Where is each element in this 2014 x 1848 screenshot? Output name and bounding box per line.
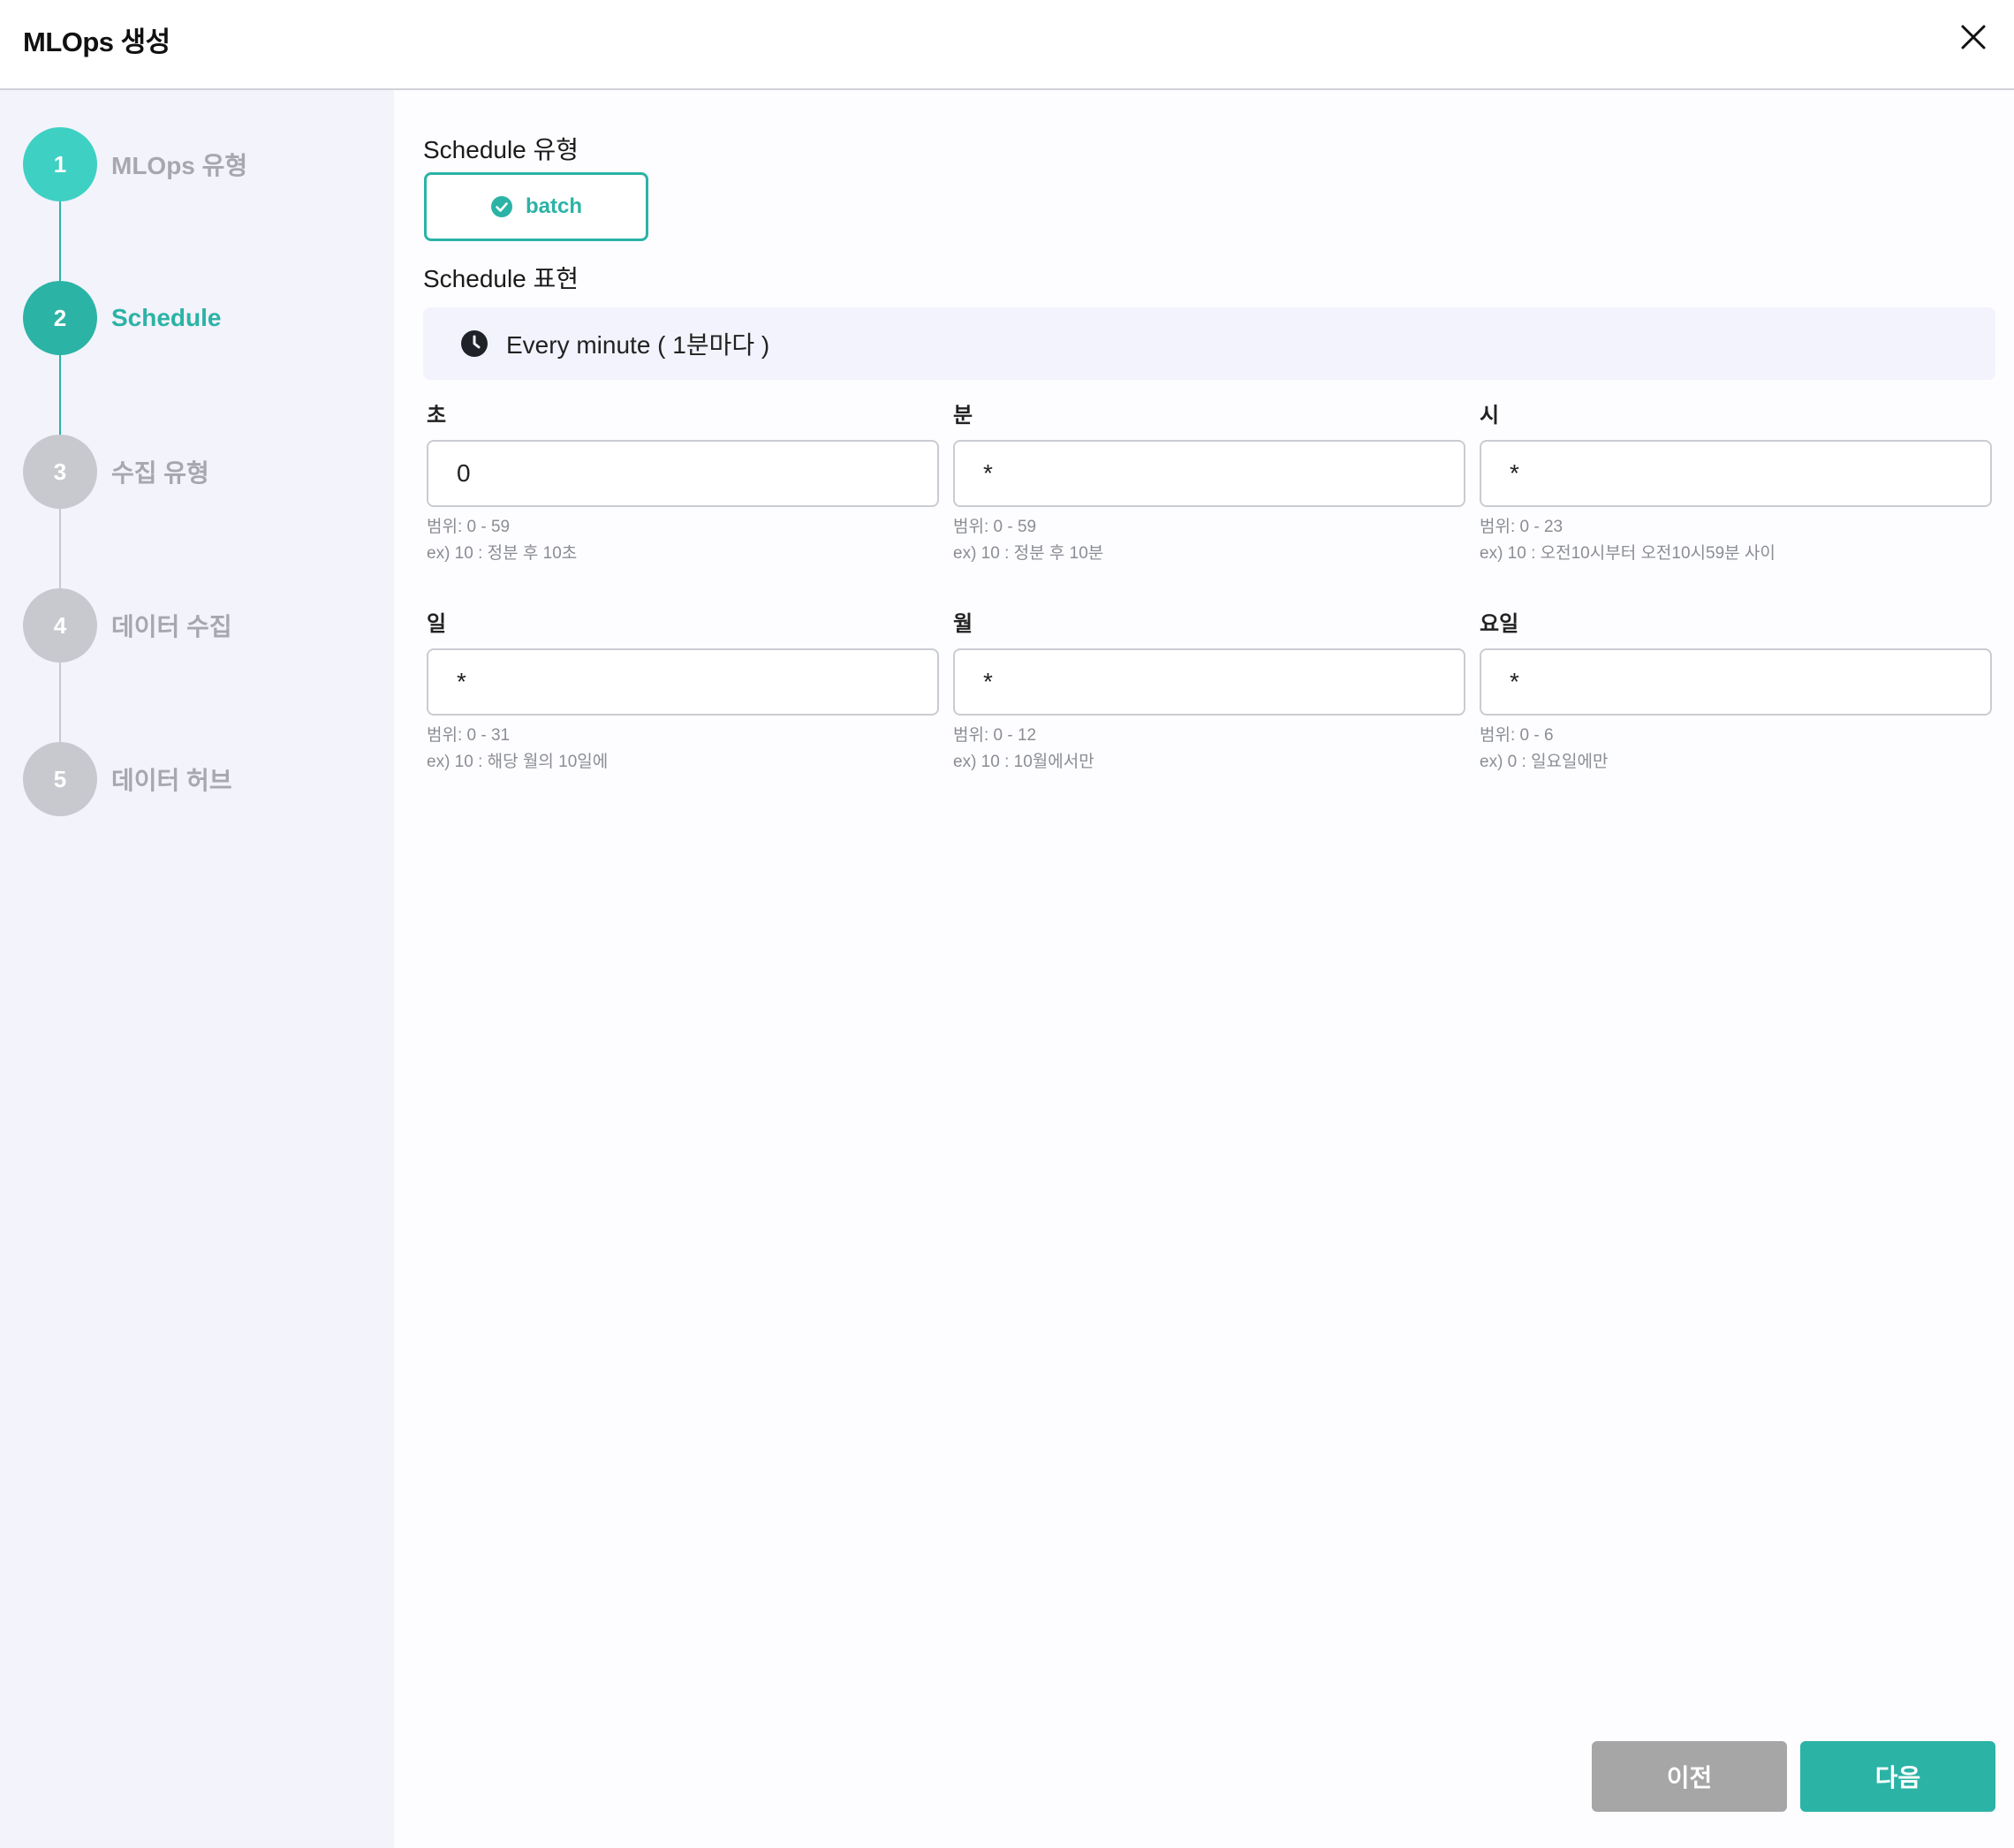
month-example-hint: ex) 10 : 10월에서만 <box>953 753 1094 771</box>
hour-example-hint: ex) 10 : 오전10시부터 오전10시59분 사이 <box>1480 544 1776 563</box>
minute-label: 분 <box>953 404 973 428</box>
step-connector <box>59 663 61 744</box>
day-input[interactable] <box>427 648 939 716</box>
step-number: 4 <box>23 588 97 663</box>
hour-range-hint: 범위: 0 - 23 <box>1480 518 1564 536</box>
month-range-hint: 범위: 0 - 12 <box>953 726 1037 745</box>
schedule-expression-label: Schedule 표현 <box>423 265 579 292</box>
hour-input[interactable] <box>1480 440 1992 507</box>
step-label: 데이터 수집 <box>111 613 232 640</box>
month-input[interactable] <box>953 648 1465 716</box>
step-mlops-type[interactable]: 1 MLOps 유형 <box>23 127 247 201</box>
clock-icon <box>461 330 488 357</box>
step-label: 데이터 허브 <box>111 767 232 794</box>
step-label: 수집 유형 <box>111 459 209 487</box>
step-data-collection[interactable]: 4 데이터 수집 <box>23 588 232 663</box>
schedule-type-label: Schedule 유형 <box>423 136 579 163</box>
second-label: 초 <box>427 404 447 428</box>
step-label: Schedule <box>111 304 222 331</box>
step-connector <box>59 201 61 283</box>
step-data-hub[interactable]: 5 데이터 허브 <box>23 742 232 816</box>
minute-range-hint: 범위: 0 - 59 <box>953 518 1037 536</box>
dialog-header: MLOps 생성 <box>0 0 2014 90</box>
second-example-hint: ex) 10 : 정분 후 10초 <box>427 544 578 563</box>
step-schedule[interactable]: 2 Schedule <box>23 281 221 355</box>
check-circle-icon <box>490 196 512 217</box>
weekday-input[interactable] <box>1480 648 1992 716</box>
batch-option-button[interactable]: batch <box>424 172 648 241</box>
minute-example-hint: ex) 10 : 정분 후 10분 <box>953 544 1104 563</box>
step-connector <box>59 509 61 590</box>
schedule-expression-display: Every minute ( 1분마다 ) <box>423 307 1995 380</box>
batch-option-label: batch <box>525 194 582 218</box>
weekday-label: 요일 <box>1480 612 1519 636</box>
schedule-expression-text: Every minute ( 1분마다 ) <box>506 331 770 359</box>
close-button[interactable] <box>1956 19 1991 55</box>
weekday-example-hint: ex) 0 : 일요일에만 <box>1480 753 1609 771</box>
step-number: 5 <box>23 742 97 816</box>
step-connector <box>59 355 61 436</box>
step-label: MLOps 유형 <box>111 152 248 179</box>
second-input[interactable] <box>427 440 939 507</box>
next-button[interactable]: 다음 <box>1800 1741 1995 1812</box>
dialog-title: MLOps 생성 <box>23 27 170 57</box>
second-range-hint: 범위: 0 - 59 <box>427 518 511 536</box>
day-example-hint: ex) 10 : 해당 월의 10일에 <box>427 753 609 771</box>
month-label: 월 <box>953 612 973 636</box>
hour-label: 시 <box>1480 404 1500 428</box>
weekday-range-hint: 범위: 0 - 6 <box>1480 726 1554 745</box>
close-icon <box>1961 25 1986 49</box>
step-collection-type[interactable]: 3 수집 유형 <box>23 435 209 509</box>
step-number: 2 <box>23 281 97 355</box>
step-number: 3 <box>23 435 97 509</box>
minute-input[interactable] <box>953 440 1465 507</box>
step-number: 1 <box>23 127 97 201</box>
day-range-hint: 범위: 0 - 31 <box>427 726 511 745</box>
prev-button[interactable]: 이전 <box>1592 1741 1787 1812</box>
day-label: 일 <box>427 612 447 636</box>
